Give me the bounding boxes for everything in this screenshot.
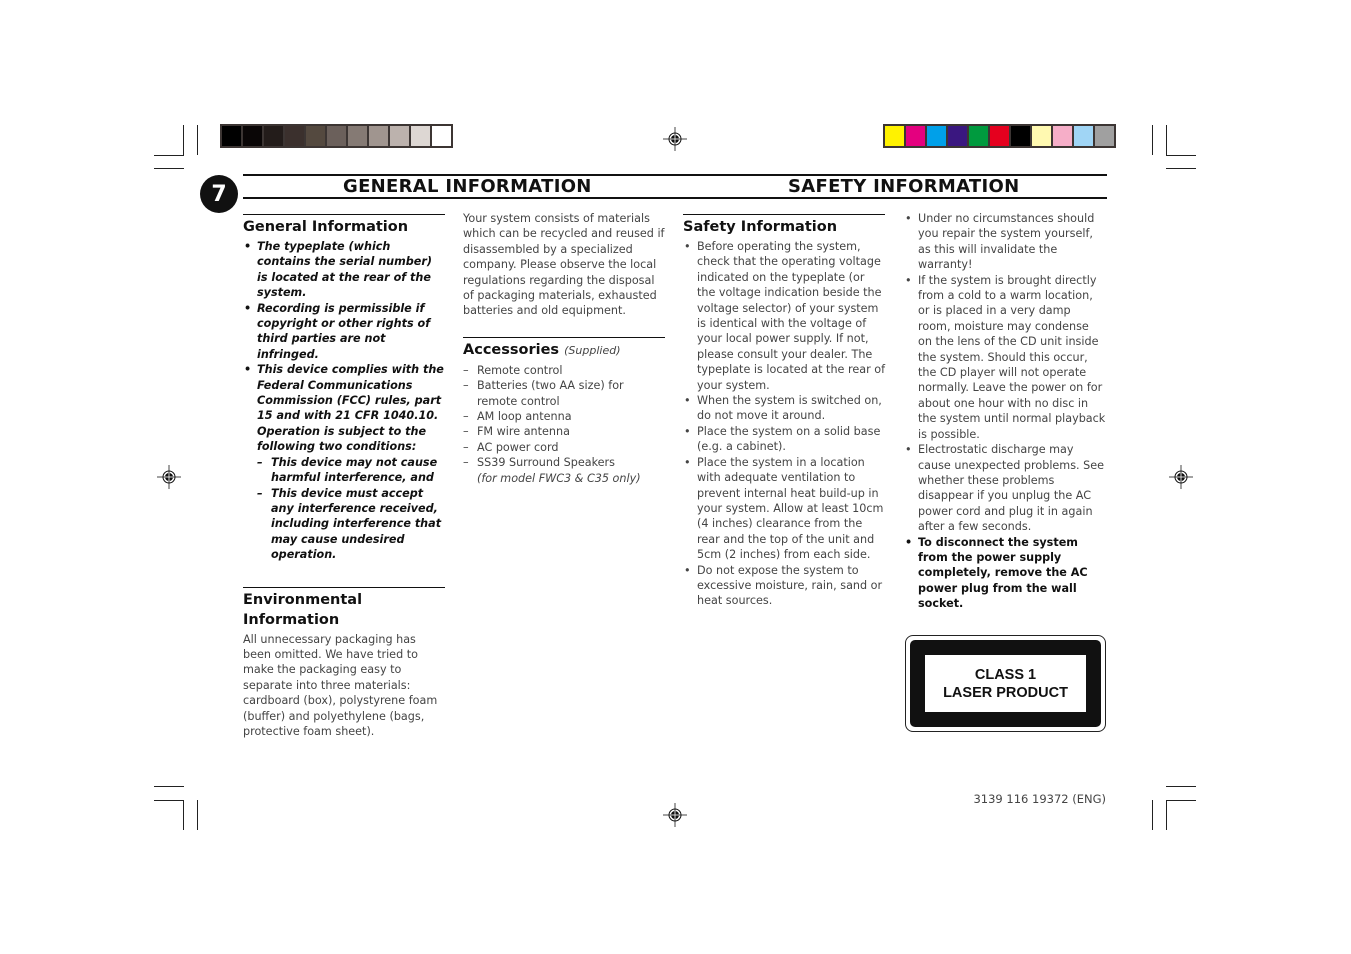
crop-mark <box>1166 155 1196 156</box>
color-swatch <box>222 126 241 146</box>
color-swatch <box>432 126 451 146</box>
color-swatch <box>1095 126 1114 146</box>
sub-list-item: This device must accept any interference… <box>257 486 445 563</box>
column-1: General Information The typeplate (which… <box>243 214 445 739</box>
column-3: Safety Information Before operating the … <box>683 214 885 609</box>
color-swatch <box>906 126 925 146</box>
crop-mark <box>1152 125 1153 155</box>
color-swatch <box>411 126 430 146</box>
section-heading: Accessories (Supplied) <box>463 340 665 361</box>
laser-label-line-1: CLASS 1 <box>974 666 1037 683</box>
crop-mark <box>1166 168 1196 169</box>
color-swatch <box>369 126 388 146</box>
accessory-item-text: FM wire antenna <box>477 425 570 439</box>
grayscale-color-bar <box>220 124 453 148</box>
accessories-list: Remote control Batteries (two AA size) fo… <box>463 363 665 486</box>
color-swatch <box>390 126 409 146</box>
section-heading: Safety Information <box>683 219 838 235</box>
process-color-bar <box>883 124 1116 148</box>
color-swatch <box>1011 126 1030 146</box>
accessory-item: SS39 Surround Speakers(for model FWC3 & … <box>463 455 665 486</box>
color-swatch <box>948 126 967 146</box>
accessory-item-text: SS39 Surround Speakers <box>477 456 615 470</box>
accessory-item-text: Batteries (two AA size) for remote contr… <box>477 379 624 408</box>
sub-list-item: This device may not cause harmful interf… <box>257 455 445 486</box>
list-item: If the system is brought directly from a… <box>904 273 1106 442</box>
list-item: Before operating the system, check that … <box>683 239 885 393</box>
accessory-item: Batteries (two AA size) for remote contr… <box>463 378 665 409</box>
color-swatch <box>990 126 1009 146</box>
list-item: Electrostatic discharge may cause unexpe… <box>904 442 1106 534</box>
class-1-laser-product-label: CLASS 1 LASER PRODUCT <box>905 635 1106 732</box>
list-item: Place the system in a location with adeq… <box>683 455 885 563</box>
list-item: When the system is switched on, do not m… <box>683 393 885 424</box>
accessories-subtitle: (Supplied) <box>564 343 621 357</box>
crop-mark <box>154 786 184 787</box>
list-item: This device complies with the Federal Co… <box>243 362 445 562</box>
color-swatch <box>1074 126 1093 146</box>
page-number-badge: 7 <box>200 175 238 213</box>
warning-list-item: To disconnect the system from the power … <box>904 535 1106 612</box>
list-item-text: This device complies with the Federal Co… <box>257 363 444 454</box>
accessory-note: (for model FWC3 & C35 only) <box>477 471 641 485</box>
color-swatch <box>348 126 367 146</box>
laser-label-line-2: LASER PRODUCT <box>943 684 1068 701</box>
crop-mark <box>1166 800 1167 830</box>
paragraph: All unnecessary packaging has been omitt… <box>243 632 438 738</box>
section-heading: General Information <box>243 219 409 235</box>
general-information-section: General Information The typeplate (which… <box>243 214 445 563</box>
safety-information-section: Safety Information Before operating the … <box>683 214 885 609</box>
accessory-item-text: AC power cord <box>477 440 559 454</box>
color-swatch <box>1053 126 1072 146</box>
accessory-item-text: Remote control <box>477 363 563 377</box>
crop-mark <box>1166 800 1196 801</box>
document-code: 3139 116 19372 (ENG) <box>973 792 1106 806</box>
registration-mark-icon <box>663 127 687 151</box>
list-item: Under no circumstances should you repair… <box>904 211 1106 273</box>
crop-mark <box>183 125 184 155</box>
crop-mark <box>154 800 184 801</box>
list-item: Place the system on a solid base (e.g. a… <box>683 424 885 455</box>
crop-mark <box>1166 786 1196 787</box>
accessory-item: FM wire antenna <box>463 424 665 440</box>
header-title-safety: SAFETY INFORMATION <box>788 176 1020 197</box>
environmental-information-section: Environmental Information All unnecessar… <box>243 586 445 740</box>
color-swatch <box>927 126 946 146</box>
color-swatch <box>885 126 904 146</box>
accessory-item-text: AM loop antenna <box>477 410 572 424</box>
color-swatch <box>1032 126 1051 146</box>
accessories-section: Accessories (Supplied) Remote control Bat… <box>463 336 665 486</box>
crop-mark <box>197 125 198 155</box>
accessory-item: AC power cord <box>463 440 665 456</box>
crop-mark <box>197 800 198 830</box>
list-item: The typeplate (which contains the serial… <box>243 239 445 301</box>
crop-mark <box>154 168 184 169</box>
registration-mark-icon <box>157 465 181 489</box>
accessory-item: Remote control <box>463 363 665 379</box>
header-title-general: GENERAL INFORMATION <box>343 176 592 197</box>
list-item: Recording is permissible if copyright or… <box>243 301 445 363</box>
column-4: Under no circumstances should you repair… <box>904 211 1106 612</box>
color-swatch <box>243 126 262 146</box>
crop-mark <box>1166 125 1167 155</box>
crop-mark <box>154 155 184 156</box>
header-rule-bottom <box>243 197 1107 199</box>
color-swatch <box>264 126 283 146</box>
column-2: Your system consists of materials which … <box>463 211 665 486</box>
accessory-item: AM loop antenna <box>463 409 665 425</box>
crop-mark <box>183 800 184 830</box>
color-swatch <box>969 126 988 146</box>
color-swatch <box>306 126 325 146</box>
color-swatch <box>327 126 346 146</box>
section-heading: Environmental Information <box>243 591 363 628</box>
color-swatch <box>285 126 304 146</box>
registration-mark-icon <box>663 803 687 827</box>
list-item: Do not expose the system to excessive mo… <box>683 563 885 609</box>
crop-mark <box>1152 800 1153 830</box>
paragraph: Your system consists of materials which … <box>463 212 665 318</box>
accessories-title: Accessories <box>463 341 560 358</box>
registration-mark-icon <box>1169 465 1193 489</box>
